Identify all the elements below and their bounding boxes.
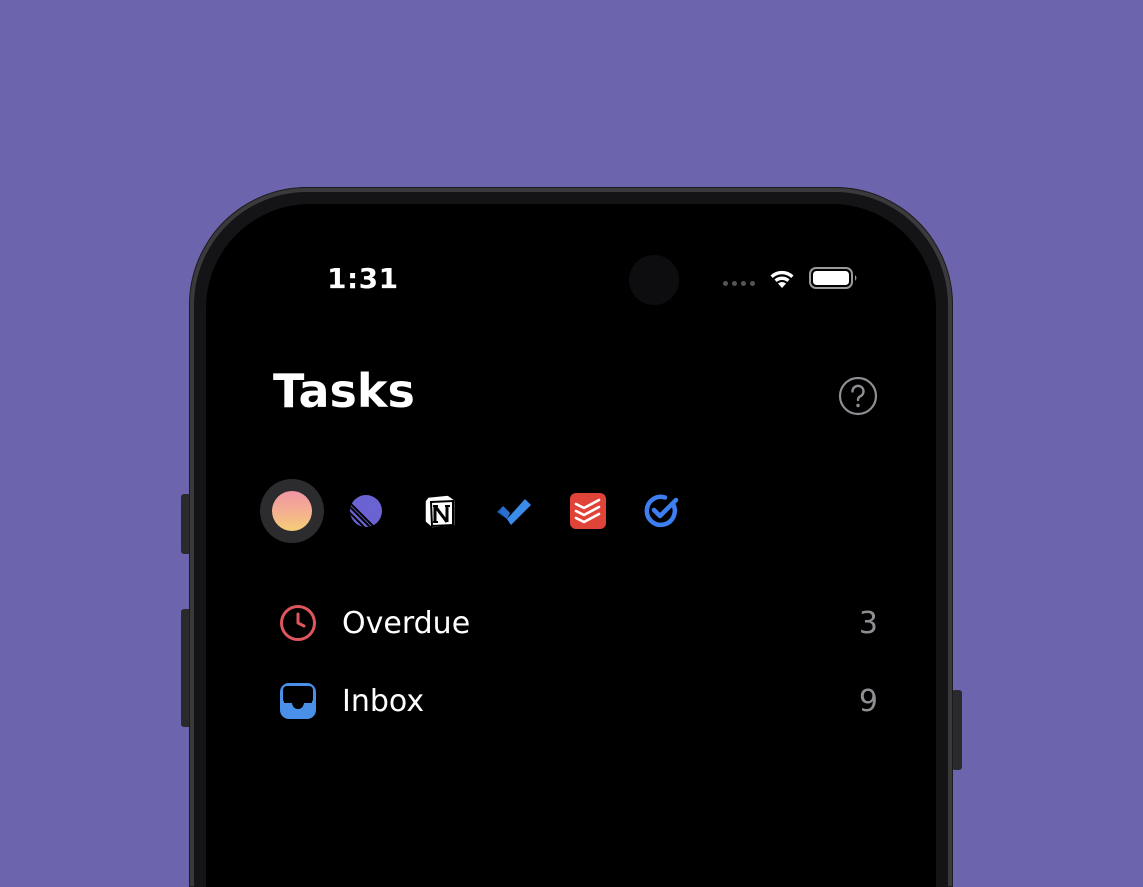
notion-logo-icon xyxy=(424,494,456,529)
list-item-count: 9 xyxy=(858,683,878,719)
list-item-label: Inbox xyxy=(342,683,425,719)
ticktick-logo-icon xyxy=(644,494,679,528)
clock-icon xyxy=(280,605,316,641)
source-picker xyxy=(260,479,704,543)
cellular-signal-icon xyxy=(723,280,755,286)
source-linear-button[interactable] xyxy=(334,479,398,543)
wifi-icon xyxy=(770,270,794,288)
todoist-logo-icon xyxy=(570,493,606,529)
status-time: 1:31 xyxy=(327,262,399,295)
battery-icon xyxy=(809,267,857,289)
source-microsoft-todo-button[interactable] xyxy=(482,479,546,543)
power-button xyxy=(952,690,962,770)
camera-lens xyxy=(629,255,679,305)
inbox-tray-icon xyxy=(280,683,316,719)
list-item-inbox[interactable]: Inbox 9 xyxy=(278,671,878,731)
source-ticktick-button[interactable] xyxy=(630,479,694,543)
help-icon[interactable] xyxy=(838,376,878,416)
checkmark-logo-icon xyxy=(497,499,531,525)
page-title: Tasks xyxy=(273,364,415,418)
list-item-label: Overdue xyxy=(342,605,471,641)
phone-frame: 1:31 Tasks Overdue 3 Inbox 9 xyxy=(189,187,953,887)
status-indicators xyxy=(723,266,859,290)
source-notion-button[interactable] xyxy=(408,479,472,543)
phone-screen: 1:31 Tasks Overdue 3 Inbox 9 xyxy=(206,204,936,887)
list-item-overdue[interactable]: Overdue 3 xyxy=(278,593,878,653)
list-item-count: 3 xyxy=(858,605,878,641)
phone-bezel: 1:31 Tasks Overdue 3 Inbox 9 xyxy=(194,192,948,887)
dynamic-island xyxy=(468,249,680,311)
source-todoist-button[interactable] xyxy=(556,479,620,543)
source-all-button[interactable] xyxy=(260,479,324,543)
gradient-circle-icon xyxy=(272,491,312,531)
linear-logo-icon xyxy=(350,495,382,527)
